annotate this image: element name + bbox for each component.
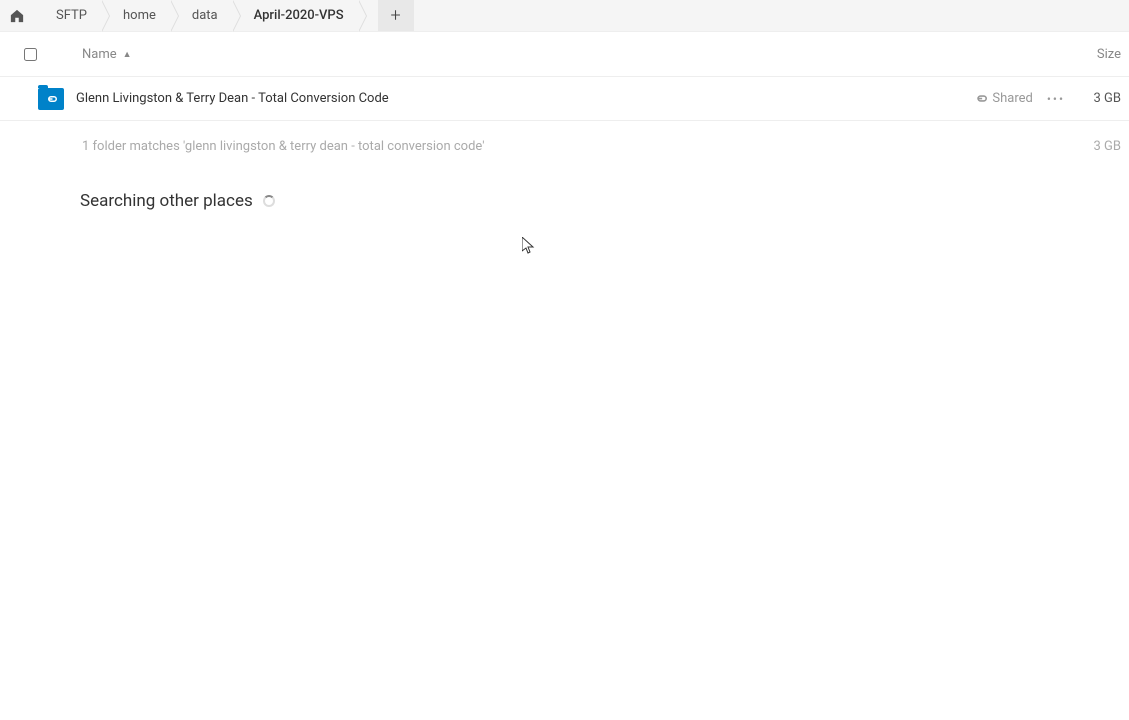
breadcrumb-item-current[interactable]: April-2020-VPS [232,0,358,31]
breadcrumb-label: data [192,8,218,23]
add-button[interactable]: + [378,0,414,31]
breadcrumb-bar: SFTP home data April-2020-VPS + [0,0,1129,32]
shared-label: Shared [992,91,1032,106]
cursor-icon [522,237,536,255]
breadcrumb-item-home[interactable]: home [101,0,170,31]
breadcrumb-label: home [123,8,156,23]
more-icon: ••• [1047,92,1065,106]
file-size: 3 GB [1079,91,1129,106]
file-icon-col [0,88,70,110]
plus-icon: + [391,5,401,26]
size-header-label: Size [1097,47,1121,62]
breadcrumb-label: SFTP [56,8,87,23]
summary-text: 1 folder matches 'glenn livingston & ter… [82,139,1094,154]
more-actions-button[interactable]: ••• [1043,88,1069,110]
home-icon [10,9,24,23]
file-actions: Shared ••• [974,88,1079,110]
name-header-label: Name [82,47,117,62]
link-icon [974,92,987,105]
size-column-header[interactable]: Size [1069,47,1129,62]
sort-ascending-icon: ▲ [123,49,132,60]
breadcrumb-label: April-2020-VPS [254,8,344,23]
breadcrumb-item-data[interactable]: data [170,0,232,31]
searching-label: Searching other places [80,191,253,211]
select-all-checkbox[interactable] [24,48,37,61]
loading-spinner-icon [263,195,275,207]
link-icon [45,93,57,105]
summary-row: 1 folder matches 'glenn livingston & ter… [0,121,1129,171]
searching-section: Searching other places [0,171,1129,211]
table-header: Name ▲ Size [0,32,1129,77]
file-name[interactable]: Glenn Livingston & Terry Dean - Total Co… [70,91,974,106]
shared-folder-icon [38,88,64,110]
summary-size: 3 GB [1094,139,1122,154]
breadcrumb-home[interactable] [0,0,34,31]
table-row[interactable]: Glenn Livingston & Terry Dean - Total Co… [0,77,1129,121]
select-all-checkbox-col [0,48,60,61]
name-column-header[interactable]: Name ▲ [60,47,1069,62]
shared-indicator[interactable]: Shared [974,91,1032,106]
breadcrumb-item-sftp[interactable]: SFTP [34,0,101,31]
